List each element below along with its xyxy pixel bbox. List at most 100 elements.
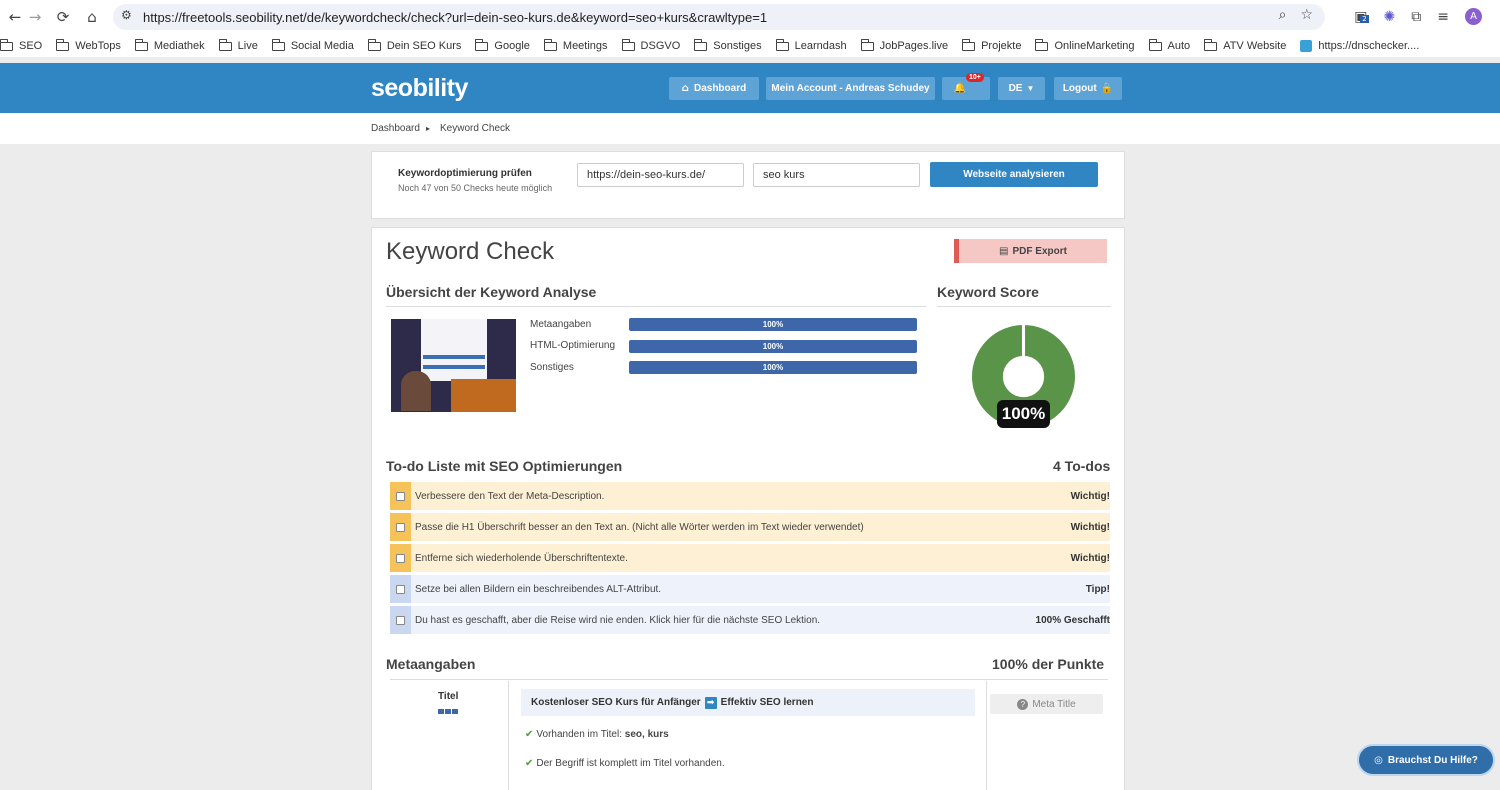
todo-item[interactable]: Du hast es geschafft, aber die Reise wir…: [390, 606, 1110, 634]
todo-text: Verbessere den Text der Meta-Description…: [415, 490, 605, 502]
page-title-text-2: Effektiv SEO lernen: [720, 697, 814, 708]
help-label: Brauchst Du Hilfe?: [1387, 754, 1478, 766]
divider: [390, 679, 1108, 680]
bookmark-label: JobPages.live: [879, 40, 949, 52]
todo-checkbox[interactable]: [396, 584, 405, 594]
meta-title-info-button[interactable]: ? Meta Title: [990, 694, 1103, 714]
notifications-button[interactable]: 🔔 10+: [942, 73, 990, 100]
bookmark-star-icon[interactable]: ☆: [1300, 7, 1313, 23]
address-bar[interactable]: ⚙ https://freetools.seobility.net/de/key…: [113, 4, 1325, 30]
bookmark-item[interactable]: DSGVO: [621, 38, 680, 52]
language-select[interactable]: DE ▼: [998, 77, 1045, 100]
bookmark-item[interactable]: Meetings: [543, 38, 608, 52]
bookmark-item[interactable]: Social Media: [271, 38, 354, 52]
pdf-export-button[interactable]: ▤ PDF Export: [954, 239, 1107, 263]
logout-label: Logout: [1062, 83, 1097, 94]
chevron-down-icon: ▼: [1026, 84, 1035, 93]
check2-text: Der Begriff ist komplett im Titel vorhan…: [536, 758, 725, 769]
todo-item[interactable]: Passe die H1 Überschrift besser an den T…: [390, 513, 1110, 541]
todo-item[interactable]: Setze bei allen Bildern ein beschreibend…: [390, 575, 1110, 603]
bookmark-item[interactable]: Learndash: [775, 38, 847, 52]
bookmark-item[interactable]: Dein SEO Kurs: [367, 38, 462, 52]
checkmark-icon: ✔: [525, 729, 534, 740]
todo-item[interactable]: Entferne sich wiederholende Überschrifte…: [390, 544, 1110, 572]
notification-badge: 10+: [966, 73, 984, 82]
browser-toolbar: ← → ⟳ ⌂ ⚙ https://freetools.seobility.ne…: [0, 0, 1500, 35]
pdf-export-label: PDF Export: [1012, 245, 1067, 257]
todo-count: 4 To-dos: [1053, 458, 1111, 474]
folder-icon: [1148, 38, 1162, 51]
meta-row-label-cell: Titel: [390, 681, 509, 790]
bookmark-label: Auto: [1167, 40, 1191, 52]
url-input[interactable]: https://dein-seo-kurs.de/: [577, 163, 744, 187]
bookmark-label: SEO: [19, 40, 43, 52]
arrow-right-icon: ➡: [704, 696, 717, 709]
language-label: DE: [1008, 83, 1023, 94]
bookmark-item[interactable]: SEO: [0, 38, 43, 52]
profile-avatar[interactable]: A: [1465, 8, 1482, 25]
bookmark-item[interactable]: ATV Website: [1204, 38, 1286, 52]
metric-bar-other: 100%: [629, 361, 917, 374]
todo-checkbox[interactable]: [396, 522, 405, 532]
bookmark-item[interactable]: Sonstiges: [694, 38, 762, 52]
bookmark-label: Learndash: [794, 40, 847, 52]
bookmark-item[interactable]: Auto: [1148, 38, 1191, 52]
bookmark-item[interactable]: OnlineMarketing: [1035, 38, 1135, 52]
bookmark-item[interactable]: Mediathek: [134, 38, 205, 52]
extension-badge-icon[interactable]: ▣2: [1354, 9, 1369, 25]
bookmark-item[interactable]: Google: [475, 38, 530, 52]
site-settings-icon[interactable]: ⚙: [121, 8, 132, 22]
help-button[interactable]: ◎ Brauchst Du Hilfe?: [1357, 744, 1495, 776]
bookmark-label: Projekte: [981, 40, 1022, 52]
meta-title-label: Meta Title: [1032, 698, 1076, 710]
bookmark-item[interactable]: Projekte: [962, 38, 1022, 52]
bookmark-item[interactable]: WebTops: [56, 38, 121, 52]
site-header: seobility ⌂ Dashboard Mein Account - Andr…: [0, 63, 1500, 113]
analyze-button[interactable]: Webseite analysieren: [930, 162, 1098, 187]
todo-checkbox-cell: [390, 606, 411, 634]
todo-title: To-do Liste mit SEO Optimierungen: [386, 458, 623, 474]
form-subtitle: Noch 47 von 50 Checks heute möglich: [398, 183, 553, 193]
reload-icon[interactable]: ⟳: [48, 2, 78, 32]
bookmark-label: Meetings: [562, 40, 608, 52]
todo-checkbox-cell: [390, 482, 411, 510]
dashboard-label: Dashboard: [693, 83, 747, 94]
forward-icon[interactable]: →: [20, 2, 50, 32]
todo-checkbox[interactable]: [396, 491, 405, 501]
folder-icon: [134, 38, 148, 51]
gear-extension-icon[interactable]: ✺: [1384, 9, 1396, 25]
zoom-icon[interactable]: ⌕: [1279, 7, 1287, 23]
dashboard-button[interactable]: ⌂ Dashboard: [669, 77, 759, 100]
check1-prefix: Vorhanden im Titel:: [536, 729, 622, 740]
reading-list-icon[interactable]: ≡: [1437, 9, 1449, 25]
metric-bar-meta: 100%: [629, 318, 917, 331]
breadcrumb-separator-icon: ▸: [426, 124, 431, 133]
check-term-complete: ✔ Der Begriff ist komplett im Titel vorha…: [525, 758, 725, 769]
seobility-logo[interactable]: seobility: [371, 74, 468, 103]
score-title: Keyword Score: [937, 284, 1039, 300]
todo-checkbox[interactable]: [396, 615, 405, 625]
bookmark-label: Social Media: [290, 40, 354, 52]
bookmark-item[interactable]: JobPages.live: [860, 38, 949, 52]
logout-button[interactable]: Logout 🔒: [1054, 77, 1122, 100]
folder-icon: [367, 38, 381, 51]
extension-badge-count: 2: [1360, 14, 1369, 23]
account-button[interactable]: Mein Account - Andreas Schudey: [766, 77, 935, 100]
divider: [937, 306, 1111, 307]
bookmark-label: Dein SEO Kurs: [386, 40, 462, 52]
todo-checkbox[interactable]: [396, 553, 405, 563]
rating-dots: [438, 709, 458, 714]
breadcrumb-home[interactable]: Dashboard: [371, 123, 420, 134]
home-icon[interactable]: ⌂: [77, 2, 107, 32]
keyword-input[interactable]: seo kurs: [753, 163, 920, 187]
extensions-puzzle-icon[interactable]: ⧉: [1411, 9, 1421, 25]
bookmark-item[interactable]: https://dnschecker....: [1300, 40, 1419, 52]
question-icon: ?: [1017, 698, 1029, 710]
bookmark-item[interactable]: Live: [218, 38, 258, 52]
todo-item[interactable]: Verbessere den Text der Meta-Description…: [390, 482, 1110, 510]
site-favicon-icon: [1300, 40, 1313, 52]
todo-text: Du hast es geschafft, aber die Reise wir…: [415, 614, 821, 626]
metric-label-html: HTML-Optimierung: [530, 340, 616, 351]
todo-level: 100% Geschafft: [1035, 614, 1110, 626]
meta-points: 100% der Punkte: [992, 656, 1105, 672]
